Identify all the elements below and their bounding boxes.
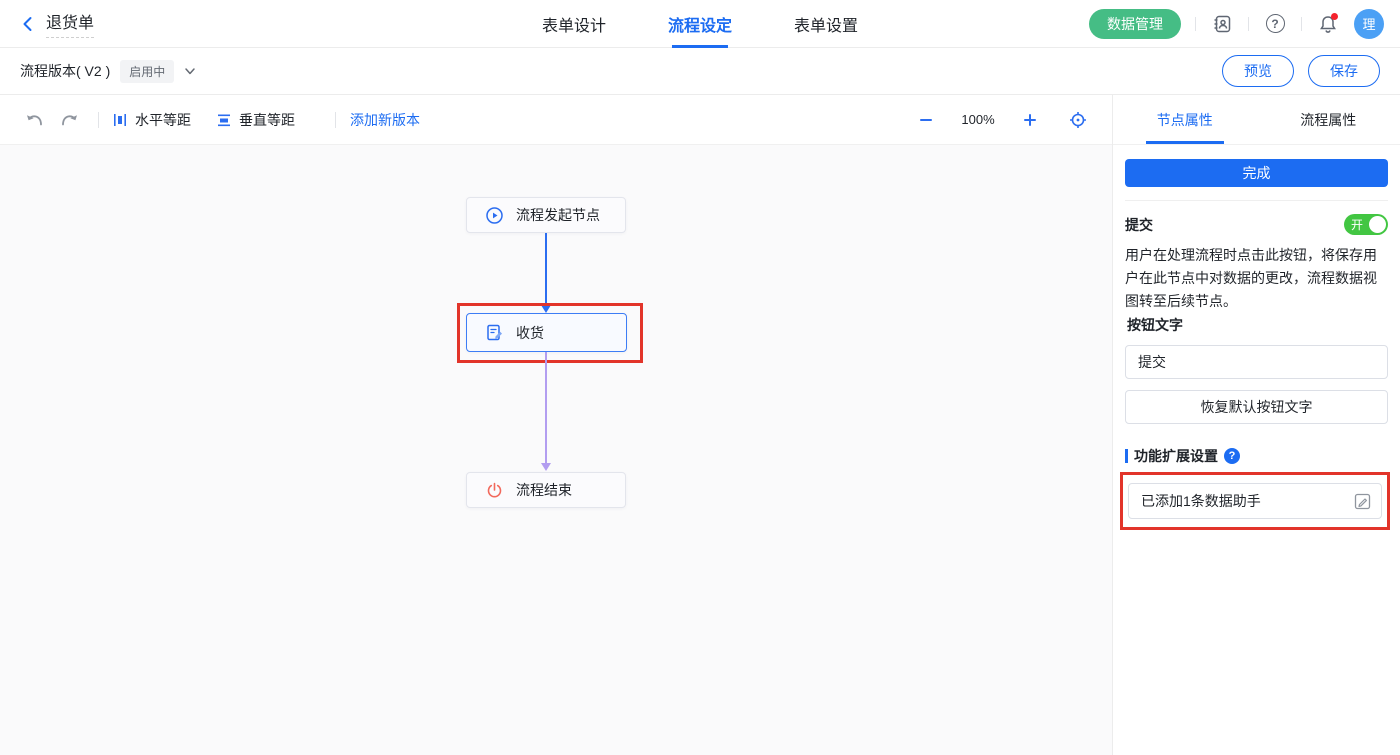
- flow-canvas[interactable]: 流程发起节点 收货: [0, 145, 1112, 755]
- save-button[interactable]: 保存: [1308, 55, 1380, 87]
- preview-button[interactable]: 预览: [1222, 55, 1294, 87]
- tab-process-settings[interactable]: 流程设定: [668, 0, 732, 48]
- divider: [1301, 17, 1302, 31]
- header-tabs: 表单设计 流程设定 表单设置: [542, 0, 858, 48]
- node-label: 流程发起节点: [516, 205, 600, 225]
- node-label: 流程结束: [516, 480, 572, 500]
- divider: [98, 112, 99, 128]
- submit-description: 用户在处理流程时点击此按钮，将保存用户在此节点中对数据的更改，流程数据视图转至后…: [1125, 244, 1388, 313]
- version-label: 流程版本( V2 ): [20, 61, 110, 81]
- header-actions: 数据管理 ? 理: [1089, 9, 1384, 39]
- undo-icon[interactable]: [20, 106, 48, 134]
- version-bar: 流程版本( V2 ) 启用中 预览 保存: [0, 48, 1400, 95]
- app-header: 退货单 表单设计 流程设定 表单设置 数据管理 ? 理: [0, 0, 1400, 48]
- divider: [335, 112, 336, 128]
- tab-form-design[interactable]: 表单设计: [542, 0, 606, 48]
- form-edit-icon: [486, 324, 503, 341]
- submit-section-label: 提交: [1125, 215, 1153, 235]
- restore-default-button[interactable]: 恢复默认按钮文字: [1125, 390, 1388, 424]
- status-badge: 启用中: [120, 60, 174, 83]
- flow-node-start[interactable]: 流程发起节点: [466, 197, 626, 233]
- submit-toggle[interactable]: 开: [1344, 214, 1388, 235]
- divider: [1125, 200, 1388, 201]
- node-label: 收货: [516, 323, 544, 343]
- tab-process-properties[interactable]: 流程属性: [1257, 95, 1400, 144]
- edit-icon[interactable]: [1354, 493, 1371, 510]
- horizontal-distribute-button[interactable]: 水平等距: [113, 110, 191, 130]
- complete-button[interactable]: 完成: [1125, 159, 1388, 187]
- tab-form-settings[interactable]: 表单设置: [794, 0, 858, 48]
- power-icon: [486, 482, 503, 499]
- section-accent-bar: [1125, 449, 1128, 463]
- panel-tabs: 节点属性 流程属性: [1113, 95, 1400, 145]
- notification-bell-icon[interactable]: [1316, 12, 1340, 36]
- page-title[interactable]: 退货单: [46, 9, 94, 38]
- connector-line: [545, 352, 547, 463]
- notification-dot: [1331, 13, 1338, 20]
- play-circle-icon: [486, 207, 503, 224]
- button-text-label: 按钮文字: [1127, 315, 1388, 335]
- question-icon[interactable]: ?: [1224, 448, 1240, 464]
- back-icon[interactable]: [16, 12, 40, 36]
- horizontal-distribute-icon: [113, 113, 127, 127]
- data-manage-button[interactable]: 数据管理: [1089, 9, 1181, 39]
- annotation-box-assistant: 已添加1条数据助手: [1120, 472, 1390, 530]
- data-assistant-field[interactable]: 已添加1条数据助手: [1128, 483, 1382, 519]
- zoom-level: 100%: [960, 112, 996, 127]
- vertical-distribute-icon: [217, 113, 231, 127]
- zoom-out-icon[interactable]: [912, 106, 940, 134]
- canvas-toolbar: 水平等距 垂直等距 添加新版本 100%: [0, 95, 1112, 145]
- center-target-icon[interactable]: [1064, 106, 1092, 134]
- redo-icon[interactable]: [56, 106, 84, 134]
- chevron-down-icon[interactable]: [184, 65, 196, 77]
- divider: [1195, 17, 1196, 31]
- avatar[interactable]: 理: [1354, 9, 1384, 39]
- extension-section-title: 功能扩展设置: [1134, 446, 1218, 466]
- arrow-down-icon: [541, 305, 551, 313]
- flow-node-receive[interactable]: 收货: [466, 313, 627, 352]
- help-icon[interactable]: ?: [1263, 12, 1287, 36]
- zoom-in-icon[interactable]: [1016, 106, 1044, 134]
- button-text-input[interactable]: [1125, 345, 1388, 379]
- toggle-knob: [1369, 216, 1386, 233]
- flow-node-end[interactable]: 流程结束: [466, 472, 626, 508]
- divider: [1248, 17, 1249, 31]
- arrow-down-icon: [541, 463, 551, 471]
- tab-node-properties[interactable]: 节点属性: [1113, 95, 1257, 144]
- vertical-distribute-button[interactable]: 垂直等距: [217, 110, 295, 130]
- contact-book-icon[interactable]: [1210, 12, 1234, 36]
- connector-line: [545, 233, 547, 305]
- properties-panel: 节点属性 流程属性 完成 提交 开 用户在处理流程时点击此按钮，将保存用户在此节…: [1112, 95, 1400, 755]
- add-version-button[interactable]: 添加新版本: [350, 110, 420, 130]
